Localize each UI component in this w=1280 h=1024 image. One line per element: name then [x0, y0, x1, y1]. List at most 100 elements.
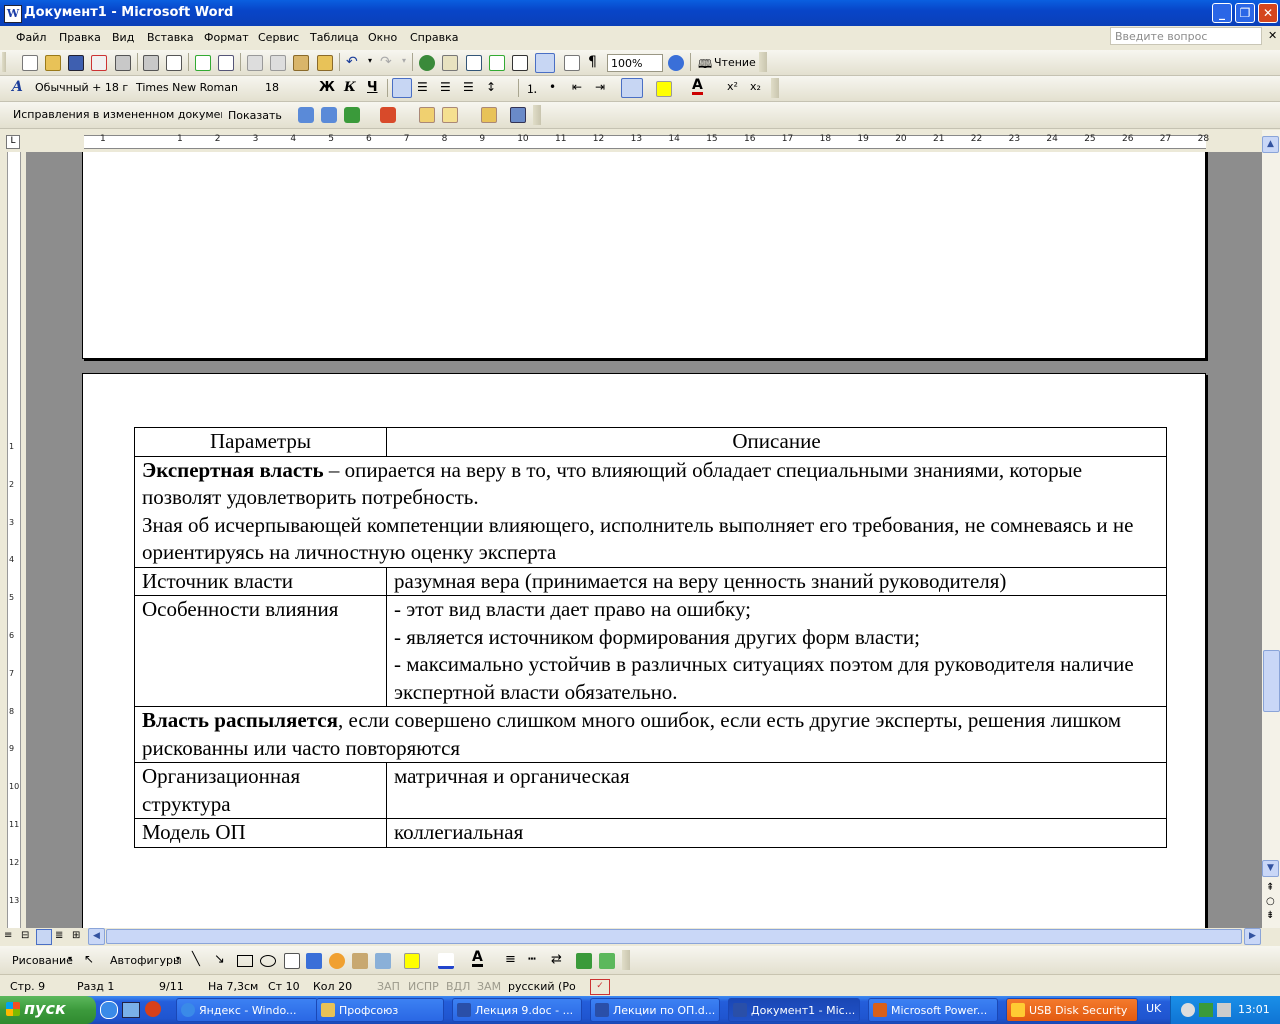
subscript-icon[interactable]: x₂	[750, 80, 761, 93]
align-left-icon[interactable]	[392, 78, 412, 98]
taskbar-item-usb-security[interactable]: USB Disk Security	[1006, 998, 1138, 1022]
arrow-icon[interactable]: ↘	[214, 952, 225, 967]
status-language[interactable]: русский (Ро	[508, 980, 576, 993]
font-color-button[interactable]: A	[692, 78, 703, 95]
taskbar-item-profsoyuz[interactable]: Профсоюз	[316, 998, 444, 1022]
reviewing-pane-icon[interactable]	[510, 107, 526, 123]
italic-button[interactable]: К	[344, 80, 356, 95]
arrow-style-icon[interactable]: ⇄	[551, 952, 562, 967]
styles-icon[interactable]: A	[12, 79, 23, 95]
insert-table-icon[interactable]	[466, 55, 482, 71]
current-page[interactable]: Параметры Описание Экспертная власть – о…	[82, 373, 1206, 928]
wordart-icon[interactable]	[306, 953, 322, 969]
normal-view-icon[interactable]: ≡	[4, 930, 12, 941]
drawing-toggle-icon[interactable]	[535, 53, 555, 73]
taskbar-item-yandex[interactable]: Яндекс - Windo...	[176, 998, 318, 1022]
clipart-icon[interactable]	[352, 953, 368, 969]
structure-value[interactable]: матричная и органическая	[386, 762, 1167, 819]
new-comment-icon[interactable]	[419, 107, 435, 123]
style-select[interactable]: Обычный + 18 г	[32, 79, 130, 97]
columns-icon[interactable]	[512, 55, 528, 71]
status-extend[interactable]: ВДЛ	[446, 980, 470, 993]
numbering-icon[interactable]: ⒈	[526, 80, 538, 97]
copy-icon[interactable]	[270, 55, 286, 71]
menu-view[interactable]: Вид	[112, 31, 134, 44]
features-label[interactable]: Особенности влияния	[134, 595, 387, 707]
font-size-select[interactable]: 18	[262, 79, 308, 97]
outline-view-icon[interactable]: ≣	[55, 930, 63, 941]
vertical-scrollbar[interactable]: ▲ ▼ ⇞ ○ ⇟	[1262, 130, 1280, 928]
print-icon[interactable]	[143, 55, 159, 71]
word-app-icon[interactable]: W	[4, 5, 22, 23]
tray-arrow-icon[interactable]	[1181, 1003, 1195, 1017]
toolbar-options-icon[interactable]	[771, 78, 779, 98]
spelling-icon[interactable]	[195, 55, 211, 71]
drawing-menu-button[interactable]: Рисование	[12, 954, 73, 967]
font-select[interactable]: Times New Roman	[133, 79, 259, 97]
close-button[interactable]: ✕	[1258, 3, 1278, 23]
cut-icon[interactable]	[247, 55, 263, 71]
3d-style-icon[interactable]	[599, 953, 615, 969]
previous-page[interactable]	[82, 152, 1206, 359]
next-page-icon[interactable]: ⇟	[1266, 910, 1274, 921]
highlight-review-icon[interactable]	[442, 107, 458, 123]
new-document-icon[interactable]	[22, 55, 38, 71]
previous-change-icon[interactable]	[298, 107, 314, 123]
undo-dropdown-icon[interactable]: ▾	[368, 56, 372, 65]
help-icon[interactable]	[668, 55, 684, 71]
status-track[interactable]: ИСПР	[408, 980, 439, 993]
ask-question-input[interactable]: Введите вопрос	[1110, 27, 1262, 45]
toolbar-options-icon[interactable]	[622, 950, 630, 970]
show-menu-button[interactable]: Показать	[228, 109, 282, 122]
bold-button[interactable]: Ж	[319, 80, 335, 95]
increase-indent-icon[interactable]: ⇥	[595, 80, 605, 94]
start-button[interactable]: пуск	[0, 996, 96, 1024]
desktop-quicklaunch-icon[interactable]	[122, 1002, 140, 1018]
source-label[interactable]: Источник власти	[134, 566, 387, 596]
textbox-icon[interactable]	[284, 953, 300, 969]
line-color-icon[interactable]	[438, 953, 454, 969]
next-change-icon[interactable]	[321, 107, 337, 123]
vertical-ruler[interactable]: 1 2 3 4 5 6 7 8 9 10 11 12 13	[0, 152, 26, 928]
align-right-icon[interactable]: ☰	[440, 80, 451, 94]
display-for-review-select[interactable]: Исправления в измененном документе	[10, 106, 222, 124]
taskbar-item-powerpoint[interactable]: Microsoft Power...	[868, 998, 998, 1022]
dispersal-cell[interactable]: Власть распыляется, если совершено слишк…	[134, 706, 1167, 763]
open-folder-icon[interactable]	[45, 55, 61, 71]
drawing-dropdown-icon[interactable]: ▾	[68, 954, 72, 963]
research-icon[interactable]	[218, 55, 234, 71]
reading-view-icon[interactable]: ⊞	[72, 930, 80, 941]
zoom-select[interactable]: 100%	[607, 54, 663, 72]
close-document-icon[interactable]: ✕	[1268, 29, 1277, 42]
justify-icon[interactable]: ☰	[463, 80, 474, 94]
select-browse-object-icon[interactable]: ○	[1266, 896, 1275, 907]
line-spacing-icon[interactable]: ↕	[486, 80, 496, 94]
opera-quicklaunch-icon[interactable]	[145, 1001, 161, 1017]
expert-power-cell[interactable]: Экспертная власть – опирается на веру в …	[134, 455, 1167, 568]
menu-insert[interactable]: Вставка	[147, 31, 194, 44]
redo-icon[interactable]: ↷	[380, 54, 392, 70]
reject-change-icon[interactable]	[380, 107, 396, 123]
ie-quicklaunch-icon[interactable]	[100, 1001, 118, 1019]
insert-excel-icon[interactable]	[489, 55, 505, 71]
minimize-button[interactable]: _	[1212, 3, 1232, 23]
accept-change-icon[interactable]	[344, 107, 360, 123]
autoshapes-menu-button[interactable]: Автофигуры	[110, 954, 182, 967]
read-icon[interactable]: 🕮	[698, 55, 712, 76]
line-style-icon[interactable]: ≡	[505, 952, 516, 967]
draw-font-color-icon[interactable]: A	[472, 950, 483, 967]
horizontal-scrollbar[interactable]: ≡ ⊟ ≣ ⊞ ◀ ▶	[0, 928, 1280, 946]
document-workspace[interactable]: Параметры Описание Экспертная власть – о…	[26, 152, 1262, 928]
paste-icon[interactable]	[293, 55, 309, 71]
format-painter-icon[interactable]	[317, 55, 333, 71]
web-view-icon[interactable]: ⊟	[21, 930, 29, 941]
borders-icon[interactable]	[621, 78, 643, 98]
bullets-icon[interactable]: •	[549, 80, 556, 94]
rectangle-icon[interactable]	[237, 955, 253, 967]
language-indicator[interactable]: UK	[1146, 1002, 1161, 1015]
features-value[interactable]: - этот вид власти дает право на ошибку; …	[386, 595, 1167, 707]
previous-page-icon[interactable]: ⇞	[1266, 882, 1274, 893]
email-icon[interactable]	[115, 55, 131, 71]
toolbar-options-icon[interactable]	[759, 52, 767, 72]
menu-tools[interactable]: Сервис	[258, 31, 299, 44]
